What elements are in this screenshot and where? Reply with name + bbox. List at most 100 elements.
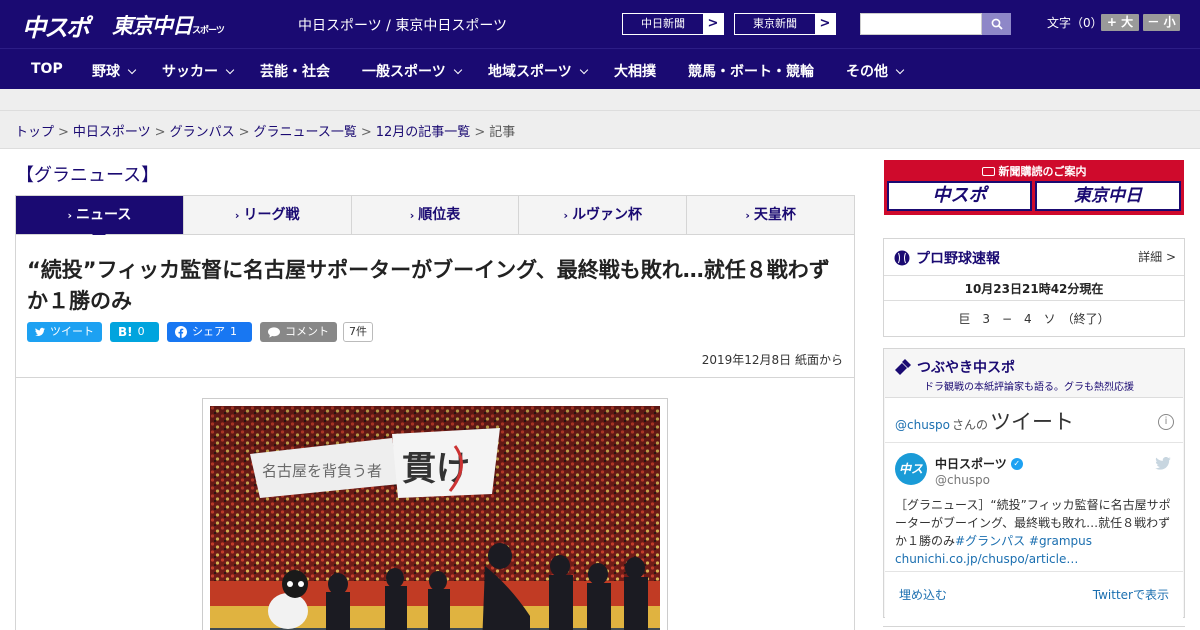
facebook-icon <box>175 326 187 338</box>
font-size-up-button[interactable]: + 大 <box>1101 14 1139 31</box>
chevron-down-icon <box>127 65 137 75</box>
chevron-down-icon <box>225 65 235 75</box>
nav-item-top[interactable]: TOP <box>31 61 63 77</box>
tweet-account-handle[interactable]: @chuspo <box>935 473 990 487</box>
nav-item-soccer[interactable]: サッカー <box>162 61 235 81</box>
breadcrumb-separator: > <box>360 125 372 140</box>
info-icon[interactable]: i <box>1158 414 1174 430</box>
nav-label: サッカー <box>162 64 218 80</box>
baseball-title: プロ野球速報 <box>894 248 1000 268</box>
baseball-update-time: 10月23日21時42分現在 <box>964 282 1104 296</box>
avatar[interactable]: 中スポ <box>895 453 927 508</box>
tokyo-shimbun-button[interactable]: 東京新聞 > <box>734 13 836 35</box>
tab-label: 天皇杯 <box>753 207 796 223</box>
chevron-right-icon: › <box>234 209 240 222</box>
baseball-score-box: プロ野球速報 詳細 > 10月23日21時42分現在 巨 3 − 4 ソ （終了… <box>883 238 1185 337</box>
nav-label: 大相撲 <box>614 64 656 80</box>
facebook-share-button[interactable]: シェア 1 <box>167 322 252 342</box>
tab-label: ニュース <box>76 207 132 223</box>
timeline-handle[interactable]: @chuspo <box>895 418 950 432</box>
nav-label: 地域スポーツ <box>488 64 572 80</box>
article-box: “続投”フィッカ監督に名古屋サポーターがブーイング、最終戦も敗れ…就任８戦わずか… <box>15 235 855 630</box>
twitter-bird-icon <box>35 327 45 336</box>
photo-banner-text2: 名古屋を背負う者 <box>262 462 382 480</box>
font-size-down-button[interactable]: － 小 <box>1143 14 1180 31</box>
breadcrumb-item-chunichi-sports[interactable]: 中日スポーツ <box>73 125 151 140</box>
timeline-header-title: ツイート <box>990 410 1075 434</box>
article-photo[interactable]: 名古屋を背負う者 貫け <box>210 406 660 630</box>
nav-item-regional-sports[interactable]: 地域スポーツ <box>488 61 588 81</box>
tab-label: ルヴァン杯 <box>572 207 643 223</box>
baseball-game-score[interactable]: 巨 3 − 4 ソ （終了） <box>884 310 1184 327</box>
breadcrumb-separator: > <box>154 125 166 140</box>
breadcrumb-separator: > <box>58 125 69 140</box>
tokyo-chunichi-logo[interactable]: 東京中日スポーツ <box>112 10 225 40</box>
subscribe-chuspo-logo[interactable]: 中スポ <box>887 181 1032 211</box>
tweet-widget-title-label: つぶやき中スポ <box>917 360 1015 376</box>
nav-item-entertainment[interactable]: 芸能・社会 <box>260 61 330 81</box>
twitter-widget: つぶやき中スポ ドラ観戦の本紙評論家も語る。グラも熱烈応援 @chuspo さん… <box>883 348 1185 618</box>
next-widget-edge <box>883 626 1185 630</box>
chuspo-logo[interactable]: 中スポ <box>22 8 90 43</box>
breadcrumb-item-gura-news-list[interactable]: グラニュース一覧 <box>254 125 357 140</box>
subscribe-title-label: 新聞購読のご案内 <box>998 165 1087 178</box>
baseball-detail-link[interactable]: 詳細 > <box>1138 248 1176 265</box>
comment-label: コメント <box>285 325 329 338</box>
tab-league[interactable]: › リーグ戦 <box>184 196 352 234</box>
tab-levain-cup[interactable]: › ルヴァン杯 <box>519 196 688 234</box>
tweet-embed-link[interactable]: 埋め込む <box>899 586 947 603</box>
stadium-photo-image: 名古屋を背負う者 貫け <box>210 406 660 630</box>
share-buttons: ツイート B! 0 シェア 1 コメント 7件 <box>27 322 373 342</box>
hatena-bookmark-button[interactable]: B! 0 <box>110 322 159 342</box>
divider <box>16 377 854 378</box>
breadcrumb: トップ > 中日スポーツ > グランパス > グラニュース一覧 >12月の記事一覧 > 記事 <box>15 121 515 140</box>
breadcrumb-item-top[interactable]: トップ <box>15 125 54 140</box>
facebook-share-count: 1 <box>230 325 237 338</box>
search-button[interactable] <box>982 13 1011 35</box>
nav-item-other[interactable]: その他 <box>846 61 905 81</box>
twitter-bird-icon[interactable] <box>1155 455 1171 474</box>
search-input[interactable] <box>860 13 982 35</box>
nav-item-general-sports[interactable]: 一般スポーツ <box>362 61 462 81</box>
subscribe-tokyo-chunichi-logo[interactable]: 東京中日 <box>1035 181 1181 211</box>
hatena-count: 0 <box>137 325 145 338</box>
breadcrumb-area: トップ > 中日スポーツ > グランパス > グラニュース一覧 >12月の記事一覧 > 記事 <box>0 111 1200 149</box>
tab-label: リーグ戦 <box>243 207 300 223</box>
chevron-right-icon: > <box>703 14 723 34</box>
subscribe-banner[interactable]: 新聞購読のご案内 中スポ 東京中日 <box>884 160 1184 215</box>
tweet-text: ［グラニュース］“続投”フィッカ監督に名古屋サポーターがブーイング、最終戦も敗れ… <box>895 496 1177 568</box>
chevron-right-icon: > <box>815 14 835 34</box>
breadcrumb-item-december-list[interactable]: 12月の記事一覧 <box>376 125 471 140</box>
comment-button[interactable]: コメント <box>260 322 337 342</box>
tweet-view-on-twitter-link[interactable]: Twitterで表示 <box>1093 586 1169 603</box>
tab-emperors-cup[interactable]: › 天皇杯 <box>687 196 854 234</box>
timeline-handle-suffix: さんの <box>952 418 989 432</box>
chevron-down-icon <box>895 65 905 75</box>
divider <box>885 571 1183 572</box>
chunichi-shimbun-button[interactable]: 中日新聞 > <box>622 13 724 35</box>
breadcrumb-item-grampus[interactable]: グランパス <box>170 125 235 140</box>
site-links[interactable]: 中日スポーツ / 東京中日スポーツ <box>298 15 507 35</box>
tab-news[interactable]: › ニュース <box>16 196 184 241</box>
tweet-account-name[interactable]: 中日スポーツ ✓ <box>935 455 1023 472</box>
tweet-timeline-header: @chuspo さんの ツイート <box>895 406 1074 436</box>
divider <box>885 442 1183 443</box>
tab-standings[interactable]: › 順位表 <box>352 196 520 234</box>
breadcrumb-separator: > <box>238 125 250 140</box>
nav-label: 競馬・ボート・競輪 <box>688 64 814 80</box>
chevron-down-icon <box>579 65 588 75</box>
comment-count[interactable]: 7件 <box>343 322 373 342</box>
tweet-link[interactable]: chunichi.co.jp/chuspo/article… <box>895 552 1078 566</box>
nav-item-baseball[interactable]: 野球 <box>92 61 137 81</box>
divider <box>884 275 1184 276</box>
tweet-hashtags[interactable]: #グランパス #grampus <box>955 534 1092 548</box>
article-date: 2019年12月8日 紙面から <box>701 353 843 367</box>
facebook-share-label: シェア <box>192 325 225 338</box>
account-name-label: 中日スポーツ <box>935 457 1007 471</box>
tweet-button[interactable]: ツイート <box>27 322 102 342</box>
nav-item-sumo[interactable]: 大相撲 <box>614 61 656 81</box>
nav-item-racing[interactable]: 競馬・ボート・競輪 <box>688 61 814 81</box>
search-icon <box>991 18 1003 30</box>
article-headline: “続投”フィッカ監督に名古屋サポーターがブーイング、最終戦も敗れ…就任８戦わずか… <box>27 258 830 313</box>
verified-badge-icon: ✓ <box>1010 457 1023 470</box>
